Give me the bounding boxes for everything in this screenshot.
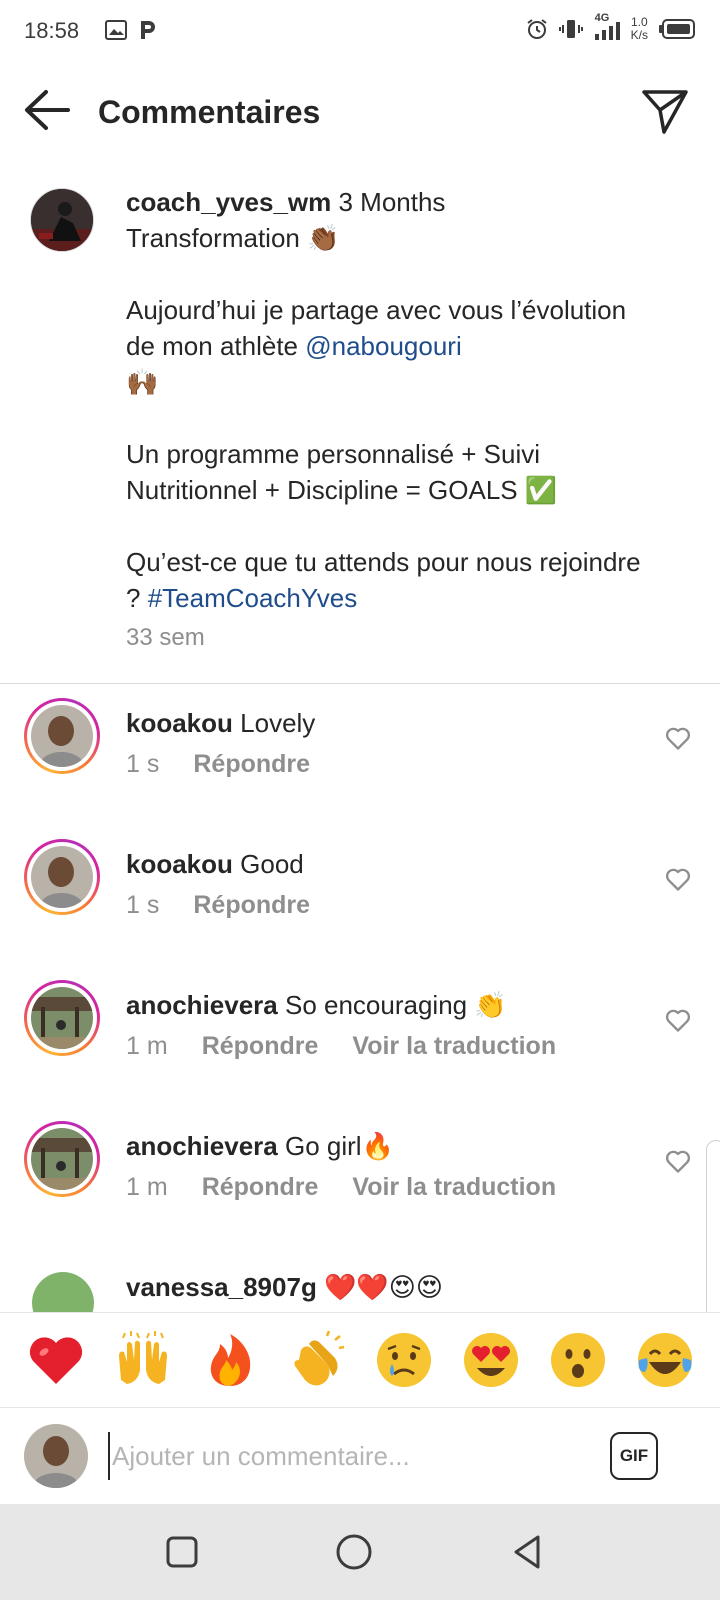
caption-text: coach_yves_wm 3 Months Transformation 👏🏾… — [126, 187, 641, 613]
status-time: 18:58 — [24, 18, 80, 43]
avatar[interactable] — [24, 839, 100, 915]
red-heart-emoji[interactable] — [26, 1330, 86, 1390]
clapping-hands-emoji[interactable] — [287, 1330, 347, 1390]
comment-text: Go girl🔥 — [277, 1131, 394, 1161]
system-nav-bar — [0, 1504, 720, 1600]
comment-username[interactable]: kooakou — [126, 708, 233, 738]
like-button[interactable] — [664, 1006, 692, 1034]
comment-composer: GIF — [0, 1408, 720, 1504]
comment-time: 1 s — [126, 891, 160, 919]
page-title: Commentaires — [98, 94, 321, 130]
share-button[interactable] — [640, 86, 690, 136]
comment-text: Lovely — [232, 708, 316, 738]
comment-input[interactable] — [108, 1432, 578, 1480]
battery-icon — [659, 19, 695, 39]
avatar[interactable] — [24, 698, 100, 774]
comment-item: kooakou Lovely 1 s Répondre — [0, 692, 720, 802]
reply-button[interactable]: Répondre — [202, 1032, 319, 1061]
crying-face-emoji[interactable] — [374, 1330, 434, 1390]
avatar[interactable] — [32, 1272, 94, 1312]
fire-emoji[interactable] — [200, 1330, 260, 1390]
reply-button[interactable]: Répondre — [193, 891, 310, 920]
status-bar: 18:58 4G 1.0 K/s — [0, 0, 720, 64]
header: Commentaires — [0, 64, 720, 160]
like-button[interactable] — [664, 865, 692, 893]
comment-username[interactable]: kooakou — [126, 849, 233, 879]
comment-time: 1 s — [126, 750, 160, 778]
comment-time: 1 m — [126, 1173, 168, 1201]
comment-item: vanessa_8907g ❤️❤️😍😍 — [0, 1256, 720, 1312]
post-caption: coach_yves_wm 3 Months Transformation 👏🏾… — [0, 176, 720, 684]
heart-icon — [665, 727, 691, 750]
caption-username[interactable]: coach_yves_wm — [126, 187, 331, 217]
avatar[interactable] — [24, 980, 100, 1056]
heart-icon — [665, 1009, 691, 1032]
comment-item: anochievera So encouraging 👏 1 m Répondr… — [0, 974, 720, 1084]
caption-timestamp: 33 sem — [126, 624, 205, 651]
comment-text: ❤️❤️😍😍 — [316, 1272, 444, 1302]
hashtag-link[interactable]: #TeamCoachYves — [148, 583, 358, 613]
comment-text: So encouraging 👏 — [277, 990, 507, 1020]
tears-of-joy-emoji[interactable] — [635, 1330, 695, 1390]
comment-text: Good — [232, 849, 304, 879]
heart-eyes-emoji[interactable] — [461, 1330, 521, 1390]
back-triangle-icon — [514, 1535, 540, 1569]
recents-square-icon — [166, 1536, 198, 1568]
translate-button[interactable]: Voir la traduction — [352, 1173, 556, 1202]
comment-item: anochievera Go girl🔥 1 m Répondre Voir l… — [0, 1115, 720, 1225]
avatar[interactable] — [30, 188, 94, 252]
surprised-face-emoji[interactable] — [548, 1330, 608, 1390]
image-icon — [105, 20, 127, 40]
raising-hands-emoji[interactable] — [113, 1330, 173, 1390]
vibrate-icon — [558, 20, 583, 38]
comment-username[interactable]: anochievera — [126, 1131, 278, 1161]
comment-time: 1 m — [126, 1032, 168, 1060]
translate-button[interactable]: Voir la traduction — [352, 1032, 556, 1061]
alarm-icon — [527, 19, 547, 39]
like-button[interactable] — [664, 724, 692, 752]
heart-icon — [665, 1150, 691, 1173]
gif-button[interactable]: GIF — [610, 1432, 658, 1480]
back-nav-button[interactable] — [508, 1532, 548, 1572]
avatar[interactable] — [24, 1424, 88, 1488]
back-button[interactable] — [22, 88, 72, 132]
scroll-indicator[interactable] — [706, 1140, 720, 1340]
home-button[interactable] — [334, 1532, 374, 1572]
reply-button[interactable]: Répondre — [202, 1173, 319, 1202]
avatar[interactable] — [24, 1121, 100, 1197]
recents-button[interactable] — [162, 1532, 202, 1572]
net-speed: 1.0 K/s — [630, 15, 648, 42]
mention-link[interactable]: @nabougouri — [305, 331, 462, 361]
paper-plane-icon — [642, 90, 688, 134]
reply-button[interactable]: Répondre — [193, 750, 310, 779]
home-circle-icon — [336, 1534, 372, 1570]
comment-username[interactable]: vanessa_8907g — [126, 1272, 317, 1302]
emoji-quick-bar — [0, 1312, 720, 1408]
comment-item: kooakou Good 1 s Répondre — [0, 833, 720, 943]
like-button[interactable] — [664, 1147, 692, 1175]
p-icon — [141, 21, 155, 39]
arrow-left-icon — [25, 90, 70, 130]
heart-icon — [665, 868, 691, 891]
signal-icon: 4G — [593, 12, 621, 42]
comment-username[interactable]: anochievera — [126, 990, 278, 1020]
